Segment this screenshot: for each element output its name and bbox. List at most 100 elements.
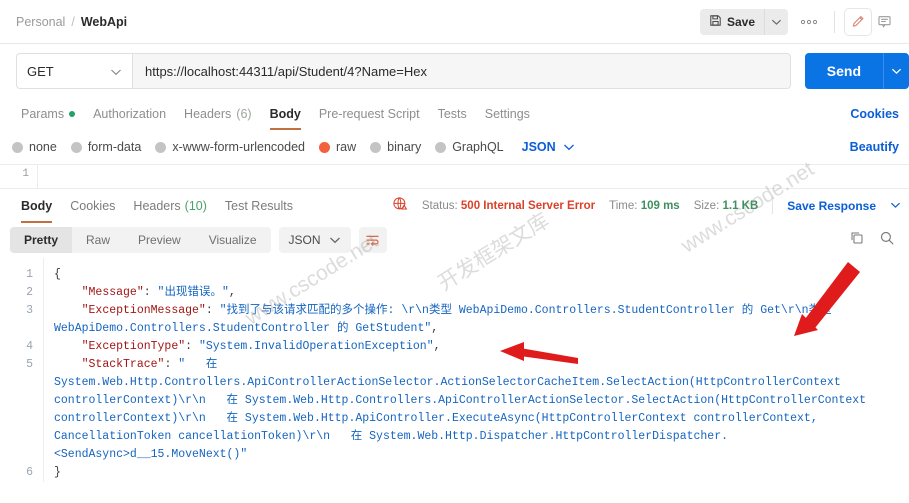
breadcrumb-separator: / [71, 14, 75, 29]
response-code-line: } [54, 464, 909, 482]
response-gutter: 1 2 3 4 5 6 [0, 258, 44, 482]
copy-icon [851, 231, 863, 244]
time-label: Time: [609, 199, 638, 212]
request-editor-text[interactable] [38, 165, 909, 188]
response-tab-headers[interactable]: Headers (10) [124, 189, 215, 223]
request-body-editor[interactable]: 1 [0, 164, 909, 188]
code-token-str: " 在 System.Web.Http.Controllers.ApiContr… [54, 358, 873, 461]
radio-icon [12, 141, 23, 153]
search-icon [880, 231, 894, 245]
code-token-punct: , [433, 340, 441, 353]
response-code[interactable]: { "Message": "出现错误。", "ExceptionMessage"… [44, 258, 909, 482]
params-modified-dot [69, 111, 76, 117]
search-button[interactable] [879, 230, 895, 251]
tab-body-label: Body [269, 107, 301, 121]
body-type-none-label: none [29, 140, 57, 154]
comments-button[interactable] [871, 9, 897, 35]
save-dropdown-button[interactable] [764, 8, 788, 35]
viewer-mode-pretty[interactable]: Pretty [10, 227, 73, 253]
top-bar-actions: Save [699, 8, 897, 35]
cookies-link[interactable]: Cookies [850, 107, 909, 121]
tab-tests-label: Tests [437, 107, 467, 121]
response-body-viewer[interactable]: 1 2 3 4 5 6 { "Message": "出现错误。", "ExceptionM… [0, 258, 909, 482]
size-label: Size: [693, 199, 720, 212]
body-type-none[interactable]: none [12, 140, 57, 154]
tab-settings-label: Settings [484, 107, 530, 121]
radio-icon [435, 141, 447, 153]
viewer-icon-group [849, 230, 909, 251]
response-tab-cookies[interactable]: Cookies [61, 189, 124, 223]
globe-warning-icon [392, 196, 408, 215]
body-type-urlencoded-label: x-www-form-urlencoded [172, 140, 305, 154]
tab-headers[interactable]: Headers (6) [175, 98, 261, 130]
tab-authorization[interactable]: Authorization [84, 98, 175, 130]
radio-icon [70, 141, 82, 153]
response-tab-headers-count: (10) [184, 198, 207, 213]
chevron-down-icon [891, 68, 902, 74]
send-button[interactable]: Send [804, 53, 883, 89]
viewer-mode-preview[interactable]: Preview [124, 227, 195, 253]
body-type-graphql-label: GraphQL [452, 140, 504, 154]
tab-settings[interactable]: Settings [476, 98, 539, 130]
word-wrap-icon [366, 235, 379, 246]
code-token-str: "System.InvalidOperationException" [198, 340, 434, 353]
save-label: Save [726, 14, 755, 29]
more-actions-button[interactable] [794, 9, 824, 35]
ellipsis-icon [800, 19, 818, 24]
send-dropdown-button[interactable] [883, 53, 909, 89]
response-format-select[interactable]: JSON [278, 227, 351, 253]
code-token-punct: : [205, 304, 220, 317]
response-tab-headers-label: Headers [133, 198, 181, 213]
tab-params[interactable]: Params [12, 98, 84, 130]
time-value: 109 ms [640, 199, 680, 212]
body-type-graphql[interactable]: GraphQL [435, 140, 504, 154]
save-button[interactable]: Save [700, 9, 764, 35]
code-token-str: "出现错误。" [157, 286, 229, 299]
save-icon [709, 14, 722, 30]
status-item: Status: 500 Internal Server Error [422, 200, 595, 212]
word-wrap-button[interactable] [358, 227, 387, 253]
code-token-pad [54, 304, 82, 317]
copy-button[interactable] [849, 230, 865, 251]
code-token-brace: { [54, 268, 61, 281]
breadcrumb-workspace[interactable]: Personal [16, 15, 65, 29]
response-tab-test-results[interactable]: Test Results [216, 189, 302, 223]
edit-request-button[interactable] [845, 8, 871, 35]
code-token-pad [54, 358, 82, 371]
size-value: 1.1 KB [722, 199, 759, 212]
status-label: Status: [421, 199, 458, 212]
code-token-punct: , [431, 322, 439, 335]
save-response-caret[interactable] [890, 200, 901, 212]
url-input[interactable]: https://localhost:44311/api/Student/4?Na… [132, 53, 791, 89]
http-method-select[interactable]: GET [16, 53, 132, 89]
viewer-mode-raw[interactable]: Raw [72, 227, 124, 253]
body-type-binary[interactable]: binary [370, 140, 421, 154]
code-token-pad [54, 340, 82, 353]
url-bar: GET https://localhost:44311/api/Student/… [0, 44, 909, 98]
body-type-raw[interactable]: raw [319, 140, 356, 154]
size-item: Size: 1.1 KB [694, 200, 759, 212]
response-tab-body[interactable]: Body [12, 189, 61, 223]
code-token-punct: , [228, 286, 236, 299]
body-type-urlencoded[interactable]: x-www-form-urlencoded [155, 140, 305, 154]
body-format-select[interactable]: JSON [522, 140, 575, 154]
response-code-line: "ExceptionMessage": "找到了与该请求匹配的多个操作: \r\… [54, 302, 909, 338]
response-line-number: 6 [26, 466, 33, 479]
tab-headers-label: Headers [184, 107, 232, 121]
radio-icon [370, 141, 382, 153]
tab-body[interactable]: Body [261, 98, 310, 130]
body-type-form-data[interactable]: form-data [70, 140, 141, 154]
code-token-punct: : [143, 286, 158, 299]
response-tab-body-label: Body [21, 198, 53, 213]
code-token-punct: : [185, 340, 199, 353]
beautify-button[interactable]: Beautify [850, 140, 909, 154]
tab-tests[interactable]: Tests [429, 98, 476, 130]
response-line-number: 3 [26, 304, 33, 317]
viewer-mode-visualize[interactable]: Visualize [195, 227, 271, 253]
tab-params-label: Params [21, 107, 65, 121]
tab-pre-request-script[interactable]: Pre-request Script [310, 98, 429, 130]
status-divider [772, 197, 774, 214]
save-response-button[interactable]: Save Response [787, 199, 876, 213]
chevron-down-icon [563, 144, 574, 151]
breadcrumb-request[interactable]: WebApi [81, 15, 127, 29]
